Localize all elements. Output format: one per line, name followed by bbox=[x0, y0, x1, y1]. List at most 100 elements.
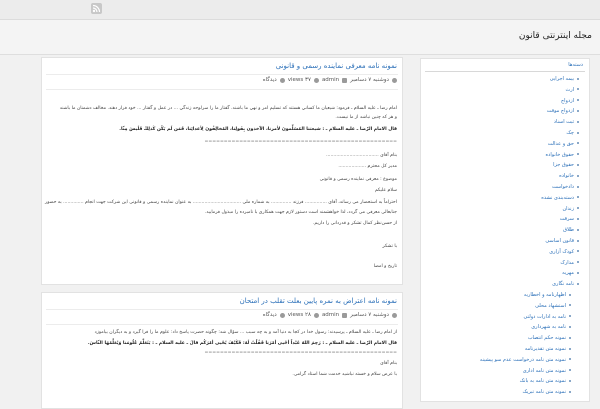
post-date: دوشنبه ۷ دسامبر bbox=[350, 312, 389, 318]
sidebar-item-label: ارث bbox=[565, 86, 574, 93]
bullet-icon bbox=[577, 120, 579, 123]
bullet-icon bbox=[577, 99, 579, 102]
bullet-icon bbox=[577, 271, 579, 274]
sidebar-item[interactable]: نامه به ادارات دولتی bbox=[524, 314, 571, 320]
site-title[interactable]: مجله اینترنتی قانون bbox=[519, 31, 592, 41]
divider bbox=[46, 309, 398, 310]
sidebar-item-label: ثبت اسناد bbox=[553, 119, 574, 126]
sidebar-item[interactable]: ازدواج موقت bbox=[547, 108, 579, 114]
user-icon bbox=[342, 312, 348, 318]
bullet-icon bbox=[577, 196, 579, 199]
post-category[interactable]: دیدگاه bbox=[263, 77, 277, 83]
body-line: امام رضا ـ عليه السلام ـ فرمود: شيعيان م… bbox=[59, 106, 397, 111]
sidebar-item-label: نمونه متن تقدیرنامه bbox=[524, 346, 566, 352]
clock-icon bbox=[392, 77, 397, 83]
sidebar-item[interactable]: حق و عدالت bbox=[548, 141, 579, 147]
sidebar-item[interactable]: نمونه متن نامه تبریک bbox=[522, 389, 571, 396]
sidebar-item[interactable]: استشهاد محلی bbox=[535, 303, 571, 309]
sidebar-item-label: بیمه اجرایی bbox=[549, 76, 574, 82]
divider bbox=[46, 74, 398, 75]
divider bbox=[425, 71, 585, 72]
sidebar-item[interactable]: ارث bbox=[565, 87, 579, 93]
post-date: دوشنبه ۷ دسامبر bbox=[350, 77, 389, 83]
sidebar-item[interactable]: زندان bbox=[562, 205, 579, 212]
sidebar-item[interactable]: مدارک bbox=[560, 260, 579, 266]
sidebar-item-label: مدارک bbox=[560, 259, 574, 266]
top-bar bbox=[0, 0, 600, 20]
bullet-icon bbox=[577, 142, 579, 145]
bullet-icon bbox=[577, 185, 579, 188]
bullet-icon bbox=[569, 293, 571, 296]
sidebar-item-label: دادخواست bbox=[551, 184, 574, 190]
bullet-icon bbox=[569, 379, 571, 382]
sidebar-item[interactable]: اظهارنامه و اخطاریه bbox=[524, 292, 571, 298]
post-author[interactable]: admin bbox=[322, 77, 339, 83]
sidebar-item[interactable]: حقوق خانواده bbox=[546, 152, 579, 158]
post-title[interactable]: نمونه نامه اعتراض به نمره پایین بعلت تقل… bbox=[240, 297, 397, 305]
post-meta: دوشنبه ۷ دسامبر admin views ۳۷ دیدگاه bbox=[263, 77, 397, 83]
body-line: از امام رضا ـ عليه السلام ـ پرسيدند: رسو… bbox=[94, 330, 397, 335]
sidebar-item[interactable]: کودک آزاری bbox=[549, 249, 579, 255]
sidebar-item-label: نمونه حکم انتصاب bbox=[527, 335, 566, 342]
body-line: قال الامام الرّضا ـ عليه السلام ـ : شيعت… bbox=[119, 127, 397, 132]
sidebar-item-label: کودک آزاری bbox=[549, 248, 574, 255]
sidebar-item[interactable]: نمونه متن نامه اداری bbox=[523, 368, 571, 374]
sidebar-item[interactable]: چک bbox=[566, 130, 579, 136]
sidebar-item[interactable]: ازدواج bbox=[561, 98, 579, 104]
post-views: views ۲۸ bbox=[287, 312, 311, 318]
rss-icon[interactable] bbox=[91, 3, 102, 14]
sidebar-item[interactable]: نامه نگاری bbox=[552, 281, 579, 287]
sidebar-item-label: خانواده bbox=[559, 173, 574, 180]
sidebar-item[interactable]: نمونه حکم انتصاب bbox=[528, 335, 571, 341]
sidebar-item-label: نمونه متن نامه درخواست عدم سو پیشینه bbox=[479, 356, 566, 363]
sidebar-item-label: سرقت bbox=[559, 216, 574, 223]
bullet-icon bbox=[569, 347, 571, 350]
sidebar-item[interactable]: دادخواست bbox=[552, 184, 579, 190]
bullet-icon bbox=[577, 174, 579, 177]
bullet-icon bbox=[569, 390, 571, 393]
sidebar-item[interactable]: دسته‌بندی نشده bbox=[541, 195, 579, 201]
post-meta: دوشنبه ۷ دسامبر admin views ۲۸ دیدگاه bbox=[263, 312, 397, 318]
bullet-icon bbox=[577, 261, 579, 264]
sidebar-item[interactable]: نامه به شهرداری bbox=[531, 324, 571, 330]
sidebar-item-label: زندان bbox=[562, 205, 575, 212]
post-title[interactable]: نمونه نامه معرفی نماینده رسمی و قانونی bbox=[276, 62, 397, 70]
bullet-icon bbox=[577, 163, 579, 166]
sidebar-item[interactable]: قانون اساسی bbox=[545, 238, 579, 244]
sidebar-categories: دسته‌ها بیمه اجرایی ارث ازدواج ازدواج موقت ث… bbox=[420, 58, 590, 402]
body-line: جنابعالی معرفی می گردد، لذا خواهشمند است… bbox=[204, 210, 397, 215]
sidebar-item[interactable]: سرقت bbox=[560, 216, 579, 222]
sidebar-item[interactable]: بیمه اجرایی bbox=[550, 76, 579, 82]
bullet-icon bbox=[569, 325, 571, 328]
post-card: نمونه نامه معرفی نماینده رسمی و قانونی د… bbox=[41, 57, 403, 285]
bullet-icon bbox=[569, 336, 571, 339]
eye-icon bbox=[313, 312, 319, 318]
sidebar-item-label: مهریه bbox=[562, 270, 574, 277]
eye-icon bbox=[313, 77, 319, 83]
sidebar-item[interactable]: حقوق جزا bbox=[553, 162, 579, 168]
sidebar-item-label: نمونه متن نامه تبریک bbox=[522, 389, 567, 396]
bullet-icon bbox=[577, 131, 579, 134]
sidebar-item-label: استشهاد محلی bbox=[535, 302, 566, 309]
bullet-icon bbox=[577, 282, 579, 285]
body-line: احتراماً به استحضار می رساند، آقای .....… bbox=[45, 200, 397, 205]
sidebar-item[interactable]: طلاق bbox=[563, 227, 579, 233]
sidebar-item[interactable]: نمونه متن نامه به بانک bbox=[520, 378, 571, 384]
sidebar-item[interactable]: نمونه متن تقدیرنامه bbox=[525, 346, 571, 352]
bullet-icon bbox=[577, 153, 579, 156]
bullet-icon bbox=[577, 217, 579, 220]
bullet-icon bbox=[577, 207, 579, 210]
sidebar-item[interactable]: ثبت اسناد bbox=[554, 119, 579, 125]
sidebar-item[interactable]: خانواده bbox=[559, 173, 579, 179]
post-category[interactable]: دیدگاه bbox=[263, 312, 277, 318]
body-line: موضوع : معرفی نماینده رسمی و قانونی bbox=[319, 177, 397, 182]
post-author[interactable]: admin bbox=[322, 312, 339, 318]
divider bbox=[46, 324, 398, 325]
sidebar-item-label: نمونه متن نامه اداری bbox=[522, 367, 566, 374]
body-line: با تشکر bbox=[382, 244, 397, 249]
sidebar-item-label: نامه نگاری bbox=[552, 281, 574, 288]
separator-line: ========================================… bbox=[204, 350, 397, 355]
comment-icon bbox=[279, 77, 285, 83]
sidebar-item[interactable]: نمونه متن نامه درخواست عدم سو پیشینه bbox=[480, 357, 571, 363]
sidebar-item[interactable]: مهریه bbox=[562, 270, 579, 276]
